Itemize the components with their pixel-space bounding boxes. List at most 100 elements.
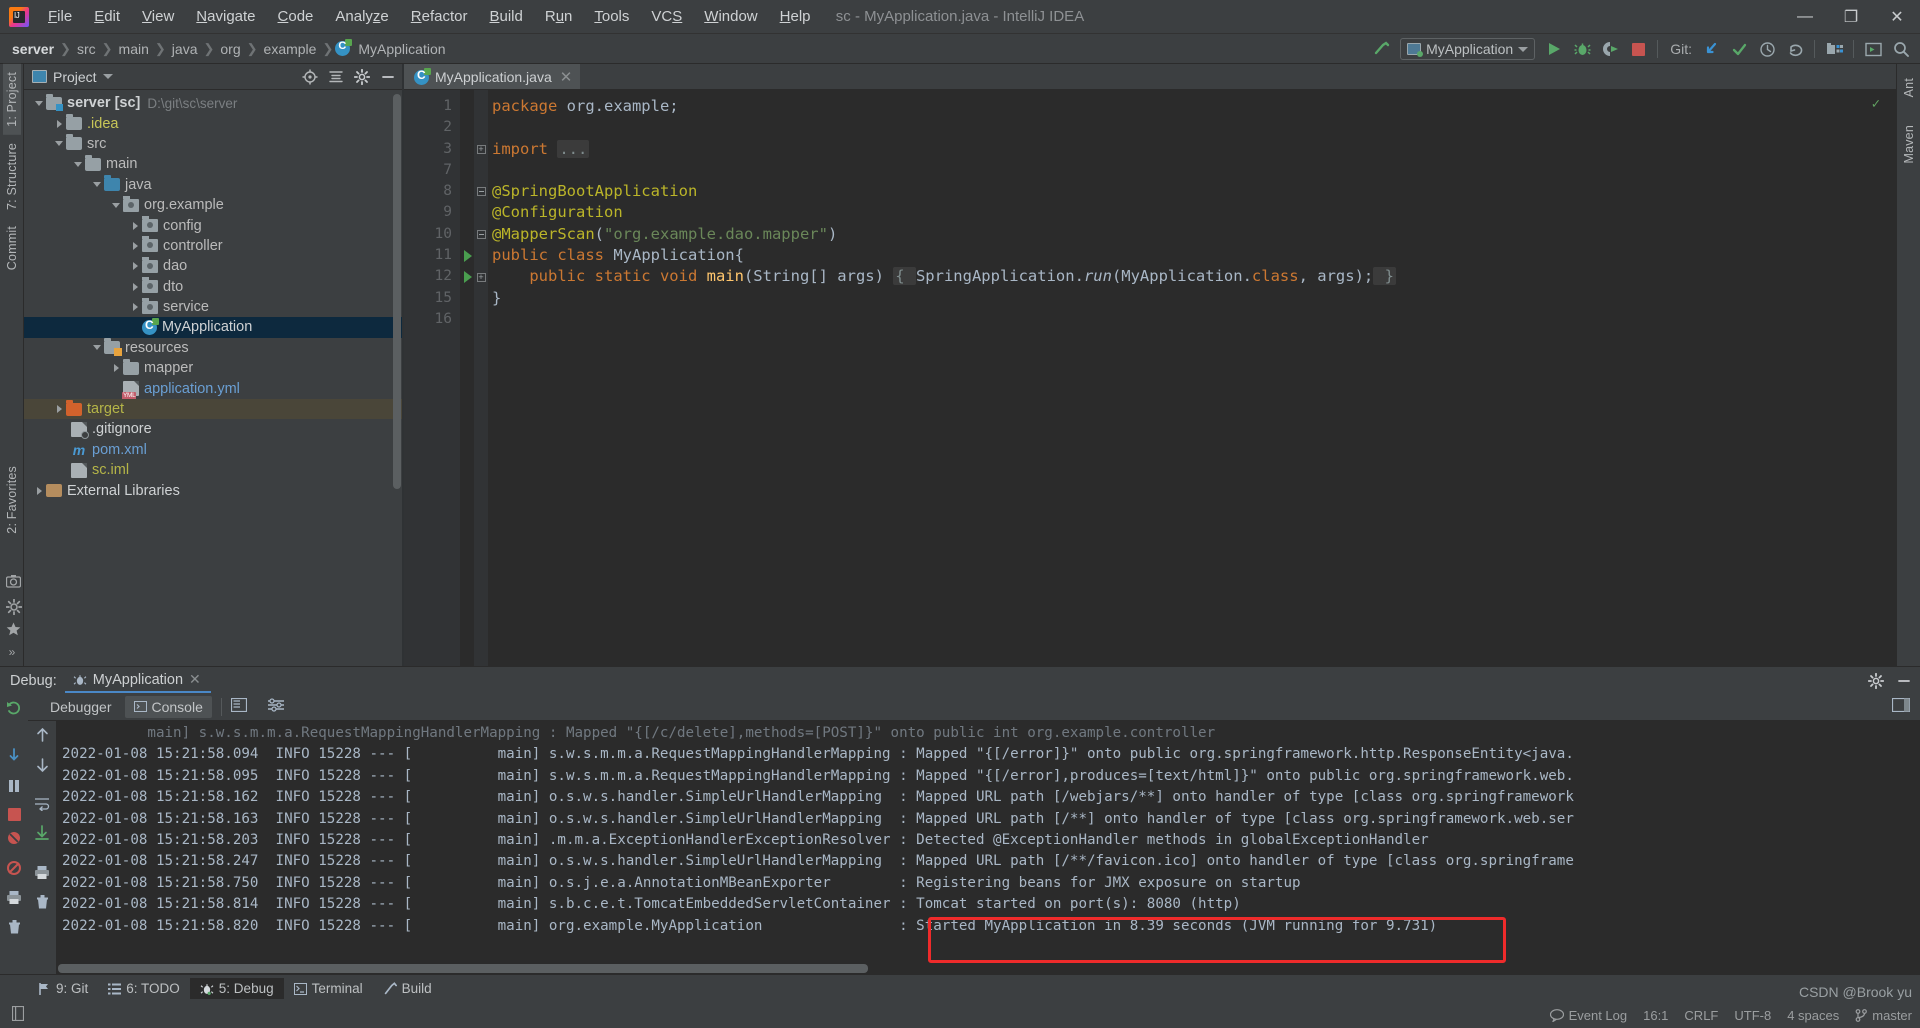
tree-item-dao[interactable]: dao bbox=[24, 256, 402, 276]
status-tab-todo[interactable]: 6: TODO bbox=[98, 978, 190, 999]
camera-icon[interactable] bbox=[5, 574, 21, 588]
collapse-all-icon[interactable] bbox=[326, 67, 346, 87]
tree-item-application-yml[interactable]: YML application.yml bbox=[24, 378, 402, 401]
status-tab-terminal[interactable]: Terminal bbox=[284, 978, 373, 999]
tree-item-src[interactable]: src bbox=[24, 134, 402, 154]
breadcrumb-java[interactable]: java bbox=[168, 40, 202, 58]
tab-console[interactable]: Console bbox=[124, 696, 212, 718]
breadcrumb-example[interactable]: example bbox=[260, 40, 321, 58]
chevron-right-icon[interactable] bbox=[52, 119, 66, 128]
chevron-down-icon[interactable] bbox=[52, 141, 66, 147]
menu-file[interactable]: File bbox=[37, 4, 83, 29]
soft-wrap-icon[interactable] bbox=[34, 797, 50, 816]
git-commit-icon[interactable] bbox=[1726, 37, 1752, 61]
project-structure-icon[interactable] bbox=[1821, 37, 1847, 61]
step-over-icon[interactable] bbox=[6, 748, 22, 769]
chevron-down-icon[interactable] bbox=[90, 345, 104, 351]
run-gutter-icon[interactable] bbox=[464, 271, 472, 284]
sidebar-item-commit[interactable]: Commit bbox=[3, 218, 21, 278]
inspection-ok-icon[interactable]: ✓ bbox=[1872, 96, 1880, 112]
code-editor[interactable]: 1 2 3 7 8 9 10 11 12 15 16 + + package o… bbox=[404, 90, 1896, 666]
breadcrumb-main[interactable]: main bbox=[115, 40, 153, 58]
debug-icon[interactable] bbox=[1569, 37, 1595, 61]
scroll-to-end-icon[interactable] bbox=[34, 825, 50, 846]
debug-layout-icon[interactable] bbox=[230, 697, 247, 717]
close-icon[interactable]: ✕ bbox=[560, 68, 573, 86]
fold-collapse-start-icon[interactable] bbox=[474, 181, 488, 202]
maximize-button[interactable]: ❐ bbox=[1828, 0, 1874, 34]
project-tree[interactable]: server [sc] D:\git\sc\server .idea src m bbox=[24, 90, 402, 666]
caret-position[interactable]: 16:1 bbox=[1643, 1008, 1668, 1023]
file-encoding[interactable]: UTF-8 bbox=[1734, 1008, 1771, 1023]
tree-item-service[interactable]: service bbox=[24, 297, 402, 317]
tree-item-target[interactable]: target bbox=[24, 398, 402, 420]
chevron-right-icon[interactable] bbox=[128, 262, 142, 271]
sidebar-item-maven[interactable]: Maven bbox=[1900, 117, 1918, 172]
chevron-down-icon[interactable] bbox=[109, 202, 123, 208]
sidebar-item-favorites[interactable]: 2: Favorites bbox=[3, 458, 21, 542]
sidebar-item-structure[interactable]: 7: Structure bbox=[3, 135, 21, 218]
breadcrumb-org[interactable]: org bbox=[216, 40, 244, 58]
stop-icon[interactable] bbox=[7, 808, 21, 821]
project-tree-scrollbar[interactable] bbox=[393, 94, 401, 489]
line-separator[interactable]: CRLF bbox=[1684, 1008, 1718, 1023]
git-history-icon[interactable] bbox=[1754, 37, 1780, 61]
minimize-button[interactable]: — bbox=[1782, 0, 1828, 34]
breadcrumb-server[interactable]: server bbox=[8, 40, 58, 58]
mute-breakpoints-icon[interactable] bbox=[6, 830, 22, 851]
run-gutter-icon[interactable] bbox=[464, 250, 472, 263]
debug-settings-icon[interactable] bbox=[267, 697, 285, 717]
tab-debugger[interactable]: Debugger bbox=[36, 696, 121, 718]
view-breakpoints-icon[interactable] bbox=[6, 860, 22, 881]
tree-item-myapplication[interactable]: MyApplication bbox=[24, 317, 402, 338]
gear-icon[interactable] bbox=[5, 598, 22, 616]
menu-window[interactable]: Window bbox=[693, 4, 768, 29]
chevron-right-icon[interactable] bbox=[109, 364, 123, 373]
hide-icon[interactable] bbox=[1894, 671, 1914, 691]
status-left-icon[interactable] bbox=[11, 1005, 25, 1024]
console-output[interactable]: main] s.w.s.m.m.a.RequestMappingHandlerM… bbox=[56, 721, 1920, 974]
tree-item-org-example[interactable]: org.example bbox=[24, 195, 402, 215]
close-icon[interactable]: ✕ bbox=[189, 671, 201, 688]
chevron-right-icon[interactable] bbox=[32, 486, 46, 495]
print-icon[interactable] bbox=[34, 865, 50, 885]
tree-item-server[interactable]: server [sc] D:\git\sc\server bbox=[24, 93, 402, 113]
rerun-icon[interactable] bbox=[6, 700, 22, 721]
tree-item-resources[interactable]: resources bbox=[24, 338, 402, 358]
pause-icon[interactable] bbox=[6, 778, 22, 799]
fold-collapse-end-icon[interactable] bbox=[474, 224, 488, 245]
menu-code[interactable]: Code bbox=[267, 4, 325, 29]
git-update-icon[interactable] bbox=[1698, 37, 1724, 61]
clear-all-icon[interactable] bbox=[35, 894, 50, 915]
sidebar-item-ant[interactable]: Ant bbox=[1900, 70, 1918, 105]
tree-item-pom-xml[interactable]: m pom.xml bbox=[24, 440, 402, 460]
chevron-right-icon[interactable] bbox=[128, 241, 142, 250]
git-branch-indicator[interactable]: master bbox=[1855, 1008, 1912, 1023]
tab-myapplication-java[interactable]: MyApplication.java ✕ bbox=[404, 63, 581, 89]
settings-icon[interactable] bbox=[352, 67, 372, 87]
down-icon[interactable] bbox=[35, 757, 50, 778]
run-icon[interactable] bbox=[1541, 37, 1567, 61]
more-icon[interactable]: » bbox=[6, 645, 19, 659]
status-tab-debug[interactable]: 5: Debug bbox=[189, 978, 284, 999]
event-log-button[interactable]: Event Log bbox=[1549, 1008, 1627, 1023]
menu-vcs[interactable]: VCS bbox=[640, 4, 693, 29]
tree-item-external-libraries[interactable]: External Libraries bbox=[24, 480, 402, 500]
star-icon[interactable] bbox=[6, 622, 20, 636]
build-hammer-icon[interactable] bbox=[1368, 37, 1394, 61]
menu-tools[interactable]: Tools bbox=[583, 4, 640, 29]
tree-item-controller[interactable]: controller bbox=[24, 236, 402, 256]
locate-icon[interactable] bbox=[300, 67, 320, 87]
close-button[interactable]: ✕ bbox=[1874, 0, 1920, 34]
tree-item-mapper[interactable]: mapper bbox=[24, 358, 402, 378]
run-coverage-icon[interactable] bbox=[1597, 37, 1623, 61]
sidebar-item-project[interactable]: 1: Project bbox=[2, 64, 21, 135]
run-configuration-selector[interactable]: MyApplication bbox=[1400, 38, 1536, 60]
stop-icon[interactable] bbox=[1625, 37, 1651, 61]
print-icon[interactable] bbox=[6, 890, 22, 910]
status-tab-git[interactable]: 9: Git bbox=[28, 978, 98, 999]
chevron-right-icon[interactable] bbox=[128, 282, 142, 291]
indent-setting[interactable]: 4 spaces bbox=[1787, 1008, 1839, 1023]
tree-item-sc-iml[interactable]: sc.iml bbox=[24, 460, 402, 480]
settings-icon[interactable] bbox=[1866, 671, 1886, 691]
